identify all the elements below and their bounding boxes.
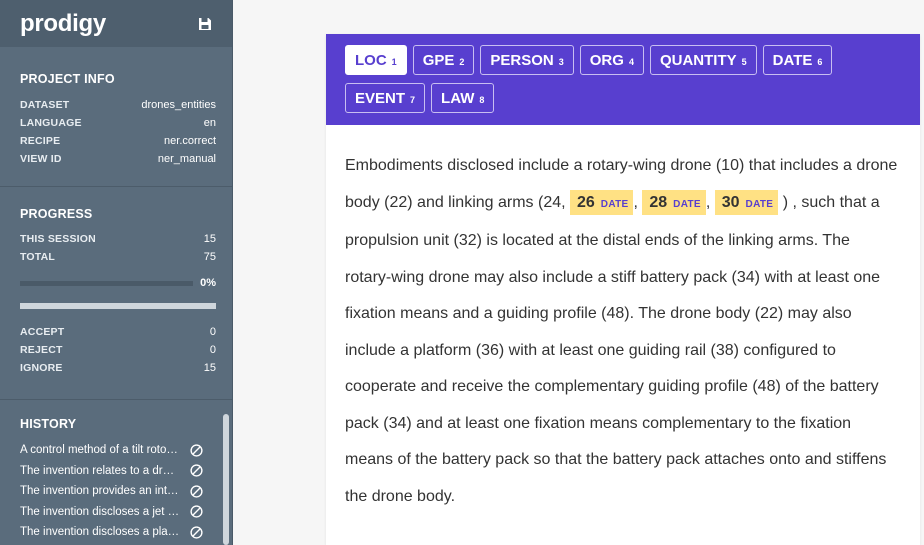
- project-info-title: PROJECT INFO: [20, 72, 115, 86]
- label-name: LOC: [355, 51, 387, 69]
- history-title: HISTORY: [20, 417, 77, 431]
- label-name: ORG: [589, 51, 624, 69]
- label-shortcut: 4: [628, 57, 634, 67]
- count-reject: REJECT 0: [20, 344, 216, 356]
- project-info-section: PROJECT INFO DATASET drones_entities LANG…: [0, 47, 232, 187]
- info-row-view-id: VIEW ID ner_manual: [20, 153, 216, 165]
- label-name: QUANTITY: [659, 51, 737, 69]
- history-item-text: The invention discloses a platform: [20, 526, 180, 538]
- label-button-date[interactable]: DATE 6: [762, 45, 833, 75]
- progress-bar: 0%: [20, 277, 216, 289]
- label-button-loc[interactable]: LOC 1: [345, 45, 407, 75]
- entity-span[interactable]: 30 DATE: [714, 189, 779, 215]
- label-shortcut: 6: [817, 57, 823, 67]
- label-toolbar: LOC 1 GPE 2 PERSON 3 ORG 4 QUANTITY 5 DATE 6 EVENT 7 L…: [326, 34, 920, 125]
- history-item-text: The invention discloses a jet engine: [20, 505, 180, 518]
- label-button-law[interactable]: LAW 8: [431, 83, 495, 113]
- ignore-icon: [190, 505, 203, 518]
- label-button-quantity[interactable]: QUANTITY 5: [649, 45, 757, 75]
- label-button-org[interactable]: ORG 4: [579, 45, 644, 75]
- info-row-recipe: RECIPE ner.correct: [20, 135, 216, 147]
- text-segment: , such that a propulsion unit (32) is lo…: [345, 193, 887, 505]
- label-button-person[interactable]: PERSON 3: [480, 45, 574, 75]
- prodigy-logo: prodigy: [20, 9, 106, 37]
- label-shortcut: 8: [479, 95, 485, 105]
- progress-percent: 0%: [200, 277, 216, 289]
- label-shortcut: 2: [459, 57, 465, 67]
- progress-track: [20, 280, 194, 286]
- history-item[interactable]: The invention discloses a jet engine: [20, 502, 216, 523]
- label-name: EVENT: [355, 89, 406, 107]
- label-name: DATE: [772, 51, 813, 69]
- history-item[interactable]: The invention relates to a drone: [20, 461, 216, 482]
- history-list: A control method of a tilt rotor aircraf…: [20, 440, 216, 543]
- text-separator: ,: [705, 193, 715, 211]
- history-item-text: The invention provides an integrated: [20, 485, 180, 497]
- label-shortcut: 3: [558, 57, 564, 67]
- entity-label: DATE: [745, 198, 774, 210]
- annotation-card: LOC 1 GPE 2 PERSON 3 ORG 4 QUANTITY 5 DATE 6 EVENT 7 L…: [326, 34, 920, 545]
- entity-text: 28: [649, 193, 668, 211]
- label-name: LAW: [441, 89, 475, 107]
- count-accept: ACCEPT 0: [20, 326, 216, 338]
- history-item[interactable]: The invention discloses a platform: [20, 522, 216, 543]
- history-section: HISTORY A control method of a tilt rotor…: [0, 400, 232, 543]
- entity-text: 30: [721, 193, 740, 211]
- entity-text: 26: [577, 193, 595, 211]
- history-item[interactable]: A control method of a tilt rotor aircraf…: [20, 440, 216, 461]
- history-scrollbar[interactable]: [223, 414, 229, 545]
- ignore-icon: [190, 464, 203, 477]
- sidebar: prodigy PROJECT INFO DATASET drones_entit…: [0, 0, 233, 545]
- annotation-text[interactable]: Embodiments disclosed include a rotary-w…: [326, 125, 920, 515]
- label-name: GPE: [422, 51, 455, 69]
- label-shortcut: 5: [741, 57, 747, 67]
- label-shortcut: 1: [391, 57, 397, 67]
- progress-counts: ACCEPT 0 REJECT 0 IGNORE 15: [20, 323, 216, 377]
- progress-section: PROGRESS THIS SESSION 15 TOTAL 75 0% ACCEP…: [0, 187, 232, 400]
- progress-title: PROGRESS: [20, 207, 93, 221]
- ignore-icon: [190, 444, 203, 457]
- save-icon[interactable]: [198, 17, 212, 31]
- info-row-dataset: DATASET drones_entities: [20, 99, 216, 111]
- label-name: PERSON: [490, 51, 554, 69]
- entity-label: DATE: [600, 198, 629, 210]
- progress-row-total: TOTAL 75: [20, 251, 216, 263]
- label-shortcut: 7: [410, 95, 416, 105]
- count-ignore: IGNORE 15: [20, 362, 216, 374]
- label-button-event[interactable]: EVENT 7: [345, 83, 426, 113]
- brand-header: prodigy: [0, 0, 232, 47]
- progress-row-session: THIS SESSION 15: [20, 233, 216, 245]
- progress-bar-secondary: [20, 303, 216, 309]
- entity-label: DATE: [673, 198, 701, 210]
- info-row-language: LANGUAGE en: [20, 117, 216, 129]
- entity-span[interactable]: 26 DATE: [570, 189, 634, 215]
- ignore-icon: [190, 526, 203, 539]
- history-item[interactable]: The invention provides an integrated: [20, 481, 216, 502]
- label-button-gpe[interactable]: GPE 2: [412, 45, 475, 75]
- history-item-text: A control method of a tilt rotor aircraf…: [20, 444, 180, 456]
- ignore-icon: [190, 485, 203, 498]
- text-close: ): [782, 193, 789, 211]
- history-item-text: The invention relates to a drone: [20, 464, 180, 477]
- entity-span[interactable]: 28 DATE: [642, 189, 706, 215]
